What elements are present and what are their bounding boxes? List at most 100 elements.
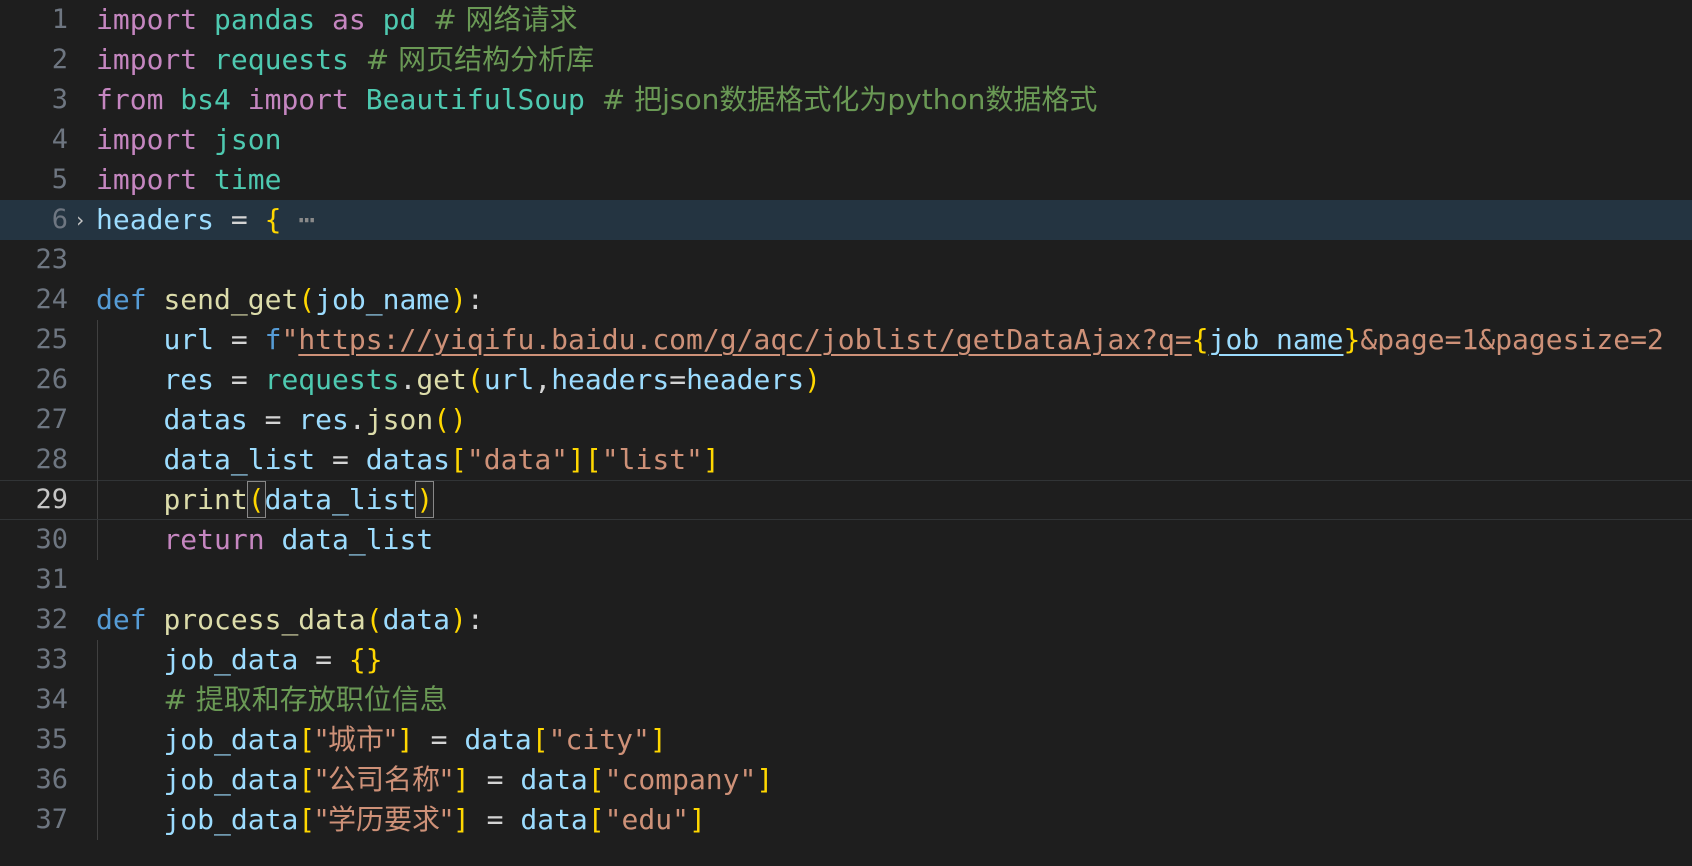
code-line-2[interactable]: 2 import requests # 网页结构分析库 xyxy=(0,40,1692,80)
code-content[interactable]: import requests # 网页结构分析库 xyxy=(96,40,594,80)
token-fstring-prefix: f xyxy=(264,323,282,356)
token-variable: job_data xyxy=(163,643,299,676)
code-content[interactable]: headers = { ⋯ xyxy=(96,200,317,240)
token-method: get xyxy=(416,363,467,396)
token-bracket-open: [ xyxy=(531,723,549,756)
code-editor[interactable]: 1 import pandas as pd # 网络请求 2 import re… xyxy=(0,0,1692,866)
code-content[interactable]: res = requests.get(url,headers=headers) xyxy=(96,360,821,400)
token-string-key: "company" xyxy=(604,763,757,796)
code-content[interactable]: datas = res.json() xyxy=(96,400,466,440)
line-number[interactable]: 32 xyxy=(0,600,68,640)
token-comment: # 提取和存放职位信息 xyxy=(163,683,448,716)
line-number[interactable]: 34 xyxy=(0,680,68,720)
code-line-1[interactable]: 1 import pandas as pd # 网络请求 xyxy=(0,0,1692,40)
code-content[interactable]: from bs4 import BeautifulSoup # 把json数据格… xyxy=(96,80,1097,120)
line-number[interactable]: 26 xyxy=(0,360,68,400)
code-line-6-folded[interactable]: 6 › headers = { ⋯ xyxy=(0,200,1692,240)
code-line-35[interactable]: 35 job_data["城市"] = data["city"] xyxy=(0,720,1692,760)
code-content[interactable]: import json xyxy=(96,120,281,160)
line-number[interactable]: 25 xyxy=(0,320,68,360)
code-line-30[interactable]: 30 return data_list xyxy=(0,520,1692,560)
code-line-32[interactable]: 32 def process_data(data): xyxy=(0,600,1692,640)
token-variable: datas xyxy=(163,403,248,436)
line-number[interactable]: 30 xyxy=(0,520,68,560)
code-content[interactable]: def send_get(job_name): xyxy=(96,280,484,320)
code-line-29-active[interactable]: 29 print(data_list) xyxy=(0,480,1692,520)
code-line-33[interactable]: 33 job_data = {} xyxy=(0,640,1692,680)
line-number[interactable]: 36 xyxy=(0,760,68,800)
token-string-key: "list" xyxy=(601,443,703,476)
code-content[interactable]: import pandas as pd # 网络请求 xyxy=(96,0,578,40)
token-operator: = xyxy=(214,203,265,236)
token-brace-open: { xyxy=(1191,323,1209,356)
code-line-36[interactable]: 36 job_data["公司名称"] = data["company"] xyxy=(0,760,1692,800)
token-keyword: import xyxy=(247,83,349,116)
code-line-31[interactable]: 31 xyxy=(0,560,1692,600)
code-line-3[interactable]: 3 from bs4 import BeautifulSoup # 把json数… xyxy=(0,80,1692,120)
code-content[interactable]: print(data_list) xyxy=(96,480,435,520)
token-paren-open: ( xyxy=(365,603,383,636)
line-number-active[interactable]: 29 xyxy=(0,480,68,520)
code-line-24[interactable]: 24 def send_get(job_name): xyxy=(0,280,1692,320)
line-number[interactable]: 1 xyxy=(0,0,68,40)
token-url[interactable]: https://yiqifu.baidu.com/g/aqc/joblist/g… xyxy=(298,323,1191,356)
token-bracket-open: [ xyxy=(450,443,467,476)
token-kwarg-name: headers xyxy=(551,363,670,396)
token-string-key: "edu" xyxy=(604,803,689,836)
code-content[interactable]: return data_list xyxy=(96,520,433,560)
token-bracket-open: [ xyxy=(587,763,605,796)
token-module: time xyxy=(214,163,282,196)
token-bracket-close: ] xyxy=(756,763,774,796)
token-paren-open: ( xyxy=(466,363,484,396)
token-string-key: "学历要求" xyxy=(315,803,453,836)
token-variable: res xyxy=(163,363,215,396)
code-line-27[interactable]: 27 datas = res.json() xyxy=(0,400,1692,440)
code-line-5[interactable]: 5 import time xyxy=(0,160,1692,200)
line-number[interactable]: 31 xyxy=(0,560,68,600)
code-line-34[interactable]: 34 # 提取和存放职位信息 xyxy=(0,680,1692,720)
fold-placeholder[interactable]: ⋯ xyxy=(298,203,317,236)
code-line-37[interactable]: 37 job_data["学历要求"] = data["edu"] xyxy=(0,800,1692,840)
token-colon: : xyxy=(466,283,484,316)
token-bracket-open: [ xyxy=(587,803,605,836)
code-line-26[interactable]: 26 res = requests.get(url,headers=header… xyxy=(0,360,1692,400)
code-content[interactable]: job_data["公司名称"] = data["company"] xyxy=(96,760,773,800)
line-number[interactable]: 5 xyxy=(0,160,68,200)
code-content[interactable]: # 提取和存放职位信息 xyxy=(96,680,448,720)
token-comment: # 网络请求 xyxy=(433,3,578,36)
token-module: json xyxy=(214,123,282,156)
token-object: data xyxy=(520,803,588,836)
code-line-25[interactable]: 25 url = f"https://yiqifu.baidu.com/g/aq… xyxy=(0,320,1692,360)
token-keyword: import xyxy=(96,163,198,196)
line-number[interactable]: 35 xyxy=(0,720,68,760)
code-line-28[interactable]: 28 data_list = datas["data"]["list"] xyxy=(0,440,1692,480)
code-content[interactable]: url = f"https://yiqifu.baidu.com/g/aqc/j… xyxy=(96,320,1663,360)
line-number[interactable]: 6 xyxy=(0,200,68,240)
code-content[interactable]: job_data["城市"] = data["city"] xyxy=(96,720,666,760)
line-number[interactable]: 33 xyxy=(0,640,68,680)
token-fstring-expression: job_name xyxy=(1208,323,1344,356)
line-number[interactable]: 3 xyxy=(0,80,68,120)
line-number[interactable]: 23 xyxy=(0,240,68,280)
code-content[interactable]: import time xyxy=(96,160,281,200)
line-number[interactable]: 27 xyxy=(0,400,68,440)
token-paren-open: ( xyxy=(433,403,451,436)
code-line-4[interactable]: 4 import json xyxy=(0,120,1692,160)
line-number[interactable]: 4 xyxy=(0,120,68,160)
code-content[interactable]: job_data["学历要求"] = data["edu"] xyxy=(96,800,705,840)
token-module: pandas xyxy=(214,3,316,36)
code-content[interactable]: def process_data(data): xyxy=(96,600,484,640)
code-content[interactable]: job_data = {} xyxy=(96,640,382,680)
token-function-name: process_data xyxy=(163,603,366,636)
line-number[interactable]: 37 xyxy=(0,800,68,840)
line-number[interactable]: 2 xyxy=(0,40,68,80)
code-line-23[interactable]: 23 xyxy=(0,240,1692,280)
line-number[interactable]: 24 xyxy=(0,280,68,320)
code-content[interactable]: data_list = datas["data"]["list"] xyxy=(96,440,719,480)
token-function-name: send_get xyxy=(163,283,299,316)
token-parameter: data xyxy=(382,603,451,636)
line-number[interactable]: 28 xyxy=(0,440,68,480)
token-variable: headers xyxy=(96,203,215,236)
token-string-key: "data" xyxy=(466,443,569,476)
fold-chevron-icon[interactable]: › xyxy=(74,200,90,240)
